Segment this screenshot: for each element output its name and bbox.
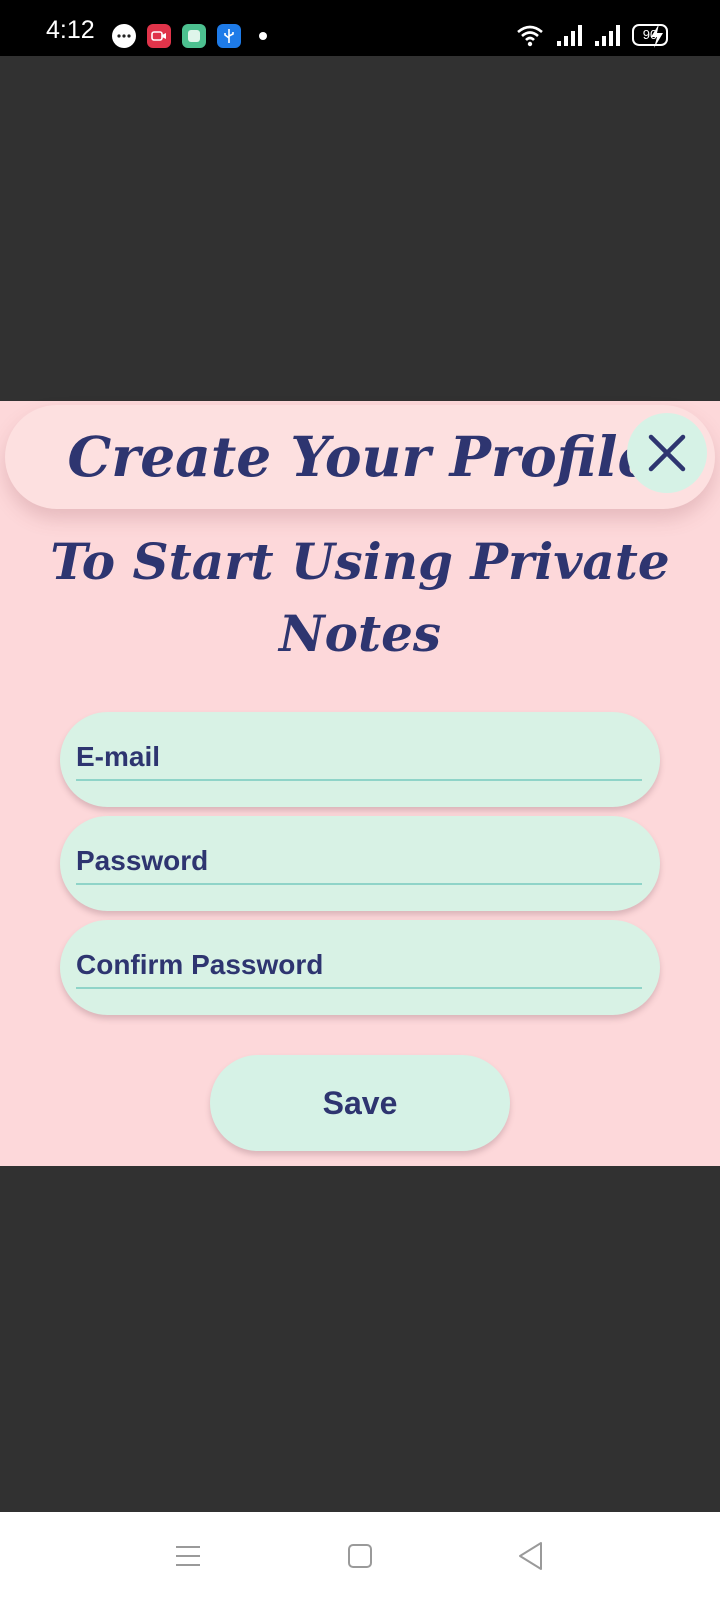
status-bar: 4:12 90 xyxy=(0,0,720,56)
recent-apps-button[interactable] xyxy=(166,1534,210,1578)
close-icon xyxy=(648,434,686,472)
system-icons: 90 xyxy=(516,22,668,48)
password-field xyxy=(60,816,660,911)
signal-icon xyxy=(595,25,620,46)
save-button[interactable]: Save xyxy=(210,1055,510,1151)
email-input[interactable] xyxy=(76,735,642,781)
signal-icon xyxy=(557,25,582,46)
dialog-title: Create Your Profile xyxy=(67,424,653,489)
email-field xyxy=(60,712,660,807)
wifi-icon xyxy=(517,25,543,47)
create-profile-dialog: Create Your Profile To Start Using Priva… xyxy=(0,401,720,1166)
gallery-icon xyxy=(182,24,206,48)
screen-record-icon xyxy=(147,24,171,48)
status-time: 4:12 xyxy=(46,16,95,44)
back-button[interactable] xyxy=(508,1534,552,1578)
back-icon xyxy=(519,1542,542,1570)
message-icon xyxy=(112,24,136,48)
usb-icon xyxy=(217,24,241,48)
password-input[interactable] xyxy=(76,839,642,885)
dialog-subtitle: To Start Using Private Notes xyxy=(50,532,670,663)
confirm-password-input[interactable] xyxy=(76,943,642,989)
confirm-password-field xyxy=(60,920,660,1015)
navigation-bar xyxy=(0,1512,720,1600)
home-button[interactable] xyxy=(338,1534,382,1578)
close-button[interactable] xyxy=(627,413,707,493)
more-notifications-dot xyxy=(259,32,267,40)
charging-icon xyxy=(651,24,663,48)
home-icon xyxy=(348,1544,372,1568)
menu-icon xyxy=(176,1546,200,1566)
